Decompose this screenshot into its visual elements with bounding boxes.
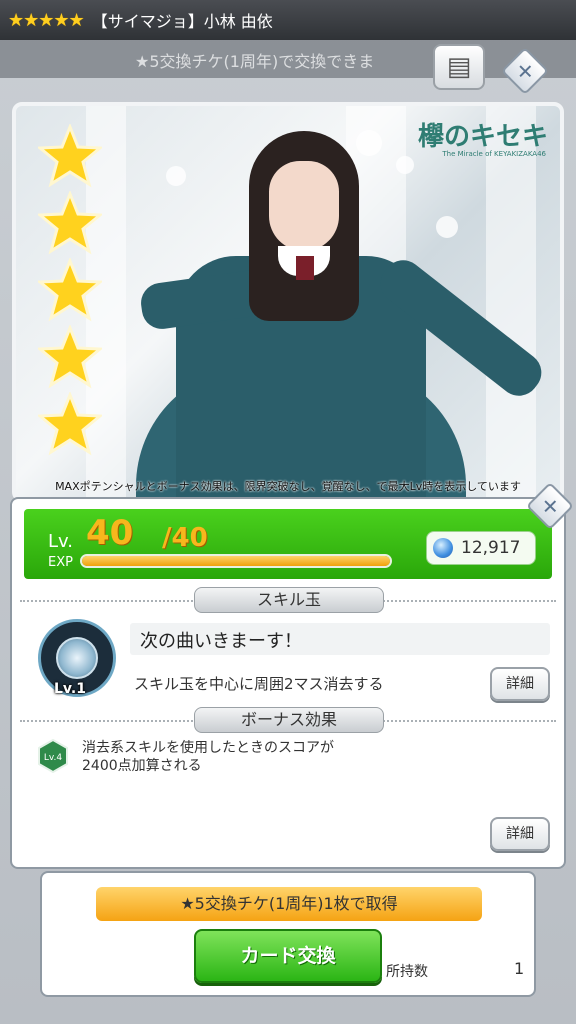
bonus-level-label: Lv.4	[44, 753, 63, 763]
owned-count-label: 所持数	[386, 964, 428, 980]
rarity-star-column	[36, 122, 108, 459]
bokeh	[166, 166, 186, 186]
bonus-description: 消去系スキルを使用したときのスコアが 2400点加算される	[82, 739, 334, 775]
rarity-star-icon	[36, 256, 104, 322]
gem-count: 12,917	[461, 538, 521, 558]
skill-detail-button[interactable]: 詳細	[490, 667, 550, 701]
skill-level: Lv.1	[54, 681, 86, 697]
bokeh	[396, 156, 414, 174]
rarity-star-icon	[36, 390, 104, 456]
level-bar: Lv. 40 /40 EXP 12,917	[24, 509, 552, 579]
close-icon: ✕	[541, 493, 559, 518]
level-label: Lv.	[48, 531, 74, 552]
rarity-star-icon	[36, 122, 104, 188]
card-exchange-button[interactable]: カード交換	[194, 929, 382, 983]
memo-icon: ▤	[446, 52, 472, 82]
game-logo-sub: The Miracle of KEYAKIZAKA46	[442, 150, 546, 158]
skill-description: スキル玉を中心に周囲2マス消去する	[134, 675, 384, 693]
rarity-star-icon	[36, 323, 104, 389]
card-image: 欅のキセキ The Miracle of KEYAKIZAKA46 MAXポテン…	[12, 102, 564, 502]
exp-bar	[80, 554, 392, 568]
close-button-top[interactable]: ✕	[500, 46, 550, 96]
card-note: MAXポテンシャルとボーナス効果は、限界突破なし、覚醒なし、で最大Lv時を表示し…	[55, 480, 521, 493]
bokeh	[356, 130, 382, 156]
bonus-level-icon: Lv.4	[38, 739, 68, 773]
rarity-star-icon	[36, 189, 104, 255]
memo-button[interactable]: ▤	[433, 44, 485, 90]
bonus-section-header: ボーナス効果	[12, 707, 564, 735]
game-logo: 欅のキセキ	[417, 122, 548, 152]
subbar-text: ★5交換チケ(1周年)で交換できま	[135, 52, 375, 71]
rarity-stars: ★★★★★	[8, 9, 85, 31]
character-face	[269, 161, 339, 251]
card-title: 【サイマジョ】小林 由依	[91, 12, 273, 31]
exp-bar-fill	[82, 556, 390, 566]
skill-section-title: スキル玉	[194, 587, 384, 613]
bonus-text-line2: 2400点加算される	[82, 758, 202, 774]
close-button-panel[interactable]: ✕	[525, 481, 575, 531]
card-info-panel: Lv. 40 /40 EXP 12,917 スキル玉 Lv.1 次の曲いきまーす…	[10, 497, 566, 869]
bonus-text-line1: 消去系スキルを使用したときのスコアが	[82, 740, 334, 756]
skill-name: 次の曲いきまーす！	[140, 631, 302, 652]
bonus-section-title: ボーナス効果	[194, 707, 384, 733]
exp-label: EXP	[48, 555, 73, 570]
owned-count: 1	[514, 959, 525, 978]
bonus-detail-button[interactable]: 詳細	[490, 817, 550, 851]
character-tie	[296, 256, 314, 280]
ticket-cost-banner: ★5交換チケ(1周年)1枚で取得	[96, 887, 482, 921]
bokeh	[436, 216, 458, 238]
bg-pillar	[486, 106, 536, 498]
gem-icon	[433, 538, 453, 558]
gem-counter: 12,917	[426, 531, 536, 565]
exchange-panel: ★5交換チケ(1周年)1枚で取得 カード交換 所持数 1	[40, 871, 536, 997]
card-header: ★★★★★ 【サイマジョ】小林 由依	[0, 0, 576, 40]
level-current: 40	[86, 513, 134, 553]
level-max: /40	[162, 523, 208, 553]
background-subbar: ★5交換チケ(1周年)で交換できま	[0, 40, 576, 78]
skill-section-header: スキル玉	[12, 587, 564, 615]
close-icon: ✕	[516, 58, 534, 83]
